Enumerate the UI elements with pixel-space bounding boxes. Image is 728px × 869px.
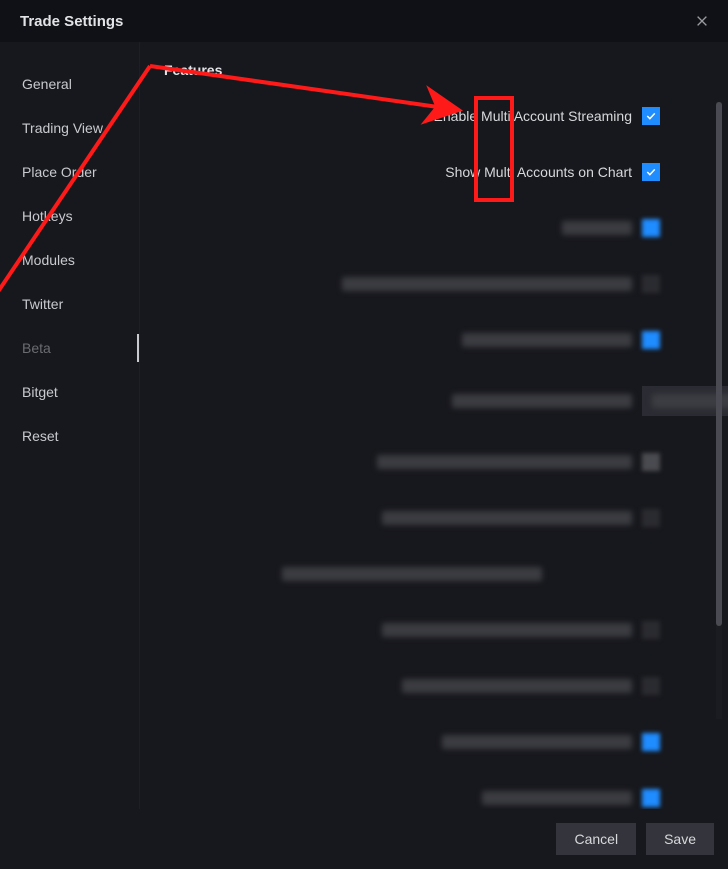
option-label: Enable Multi Account Streaming	[434, 108, 632, 124]
checkbox-show-multi-accounts-on-chart[interactable]	[642, 163, 660, 181]
option-row-show-on-chart: Show Multi Accounts on Chart	[164, 162, 662, 182]
redacted-label	[282, 567, 542, 581]
scrollbar-thumb[interactable]	[716, 102, 722, 626]
option-row-redacted	[164, 676, 662, 696]
redacted-label	[482, 791, 632, 805]
dialog-title: Trade Settings	[20, 13, 123, 30]
sidebar-item-hotkeys[interactable]: Hotkeys	[0, 194, 139, 238]
features-list: Enable Multi Account Streaming Show Mult…	[164, 106, 692, 808]
sidebar-item-label: Hotkeys	[22, 208, 73, 224]
titlebar: Trade Settings	[0, 0, 728, 42]
redacted-label	[342, 277, 632, 291]
redacted-label	[452, 394, 632, 408]
sidebar-item-label: General	[22, 76, 72, 92]
option-row-redacted	[164, 508, 662, 528]
redacted-control[interactable]	[642, 677, 660, 695]
section-title: Features	[164, 62, 692, 78]
sidebar-item-general[interactable]: General	[0, 62, 139, 106]
sidebar: General Trading View Place Order Hotkeys…	[0, 42, 140, 809]
redacted-control[interactable]	[642, 733, 660, 751]
sidebar-item-beta[interactable]: Beta	[0, 326, 139, 370]
sidebar-item-label: Modules	[22, 252, 75, 268]
main-panel: Features Enable Multi Account Streaming …	[140, 42, 728, 809]
sidebar-item-bitget[interactable]: Bitget	[0, 370, 139, 414]
redacted-label	[462, 333, 632, 347]
checkbox-enable-multi-account-streaming[interactable]	[642, 107, 660, 125]
redacted-control[interactable]	[642, 275, 660, 293]
sidebar-item-twitter[interactable]: Twitter	[0, 282, 139, 326]
option-row-redacted	[164, 330, 662, 350]
sidebar-item-label: Reset	[22, 428, 59, 444]
sidebar-item-label: Twitter	[22, 296, 63, 312]
option-label: Show Multi Accounts on Chart	[445, 164, 632, 180]
redacted-label	[382, 511, 632, 525]
cancel-button[interactable]: Cancel	[556, 823, 636, 855]
redacted-label	[442, 735, 632, 749]
redacted-control[interactable]	[642, 331, 660, 349]
sidebar-item-reset[interactable]: Reset	[0, 414, 139, 458]
redacted-label	[377, 455, 632, 469]
close-icon[interactable]	[688, 7, 716, 35]
redacted-control[interactable]	[642, 789, 660, 807]
redacted-control[interactable]	[642, 453, 660, 471]
redacted-control[interactable]	[642, 219, 660, 237]
sidebar-item-label: Bitget	[22, 384, 58, 400]
save-button[interactable]: Save	[646, 823, 714, 855]
sidebar-item-label: Beta	[22, 340, 51, 356]
sidebar-item-place-order[interactable]: Place Order	[0, 150, 139, 194]
option-row-streaming: Enable Multi Account Streaming	[164, 106, 662, 126]
trade-settings-dialog: Trade Settings General Trading View Plac…	[0, 0, 728, 869]
sidebar-item-modules[interactable]: Modules	[0, 238, 139, 282]
option-row-redacted	[164, 274, 662, 294]
redacted-label	[382, 623, 632, 637]
option-row-redacted-select	[164, 386, 728, 416]
option-row-redacted	[164, 732, 662, 752]
option-row-redacted	[164, 620, 662, 640]
option-row-redacted	[164, 452, 662, 472]
redacted-label	[402, 679, 632, 693]
redacted-control[interactable]	[642, 509, 660, 527]
redacted-label	[562, 221, 632, 235]
redacted-control[interactable]	[642, 621, 660, 639]
dialog-body: General Trading View Place Order Hotkeys…	[0, 42, 728, 809]
sidebar-item-label: Place Order	[22, 164, 97, 180]
sidebar-item-label: Trading View	[22, 120, 103, 136]
sidebar-item-trading-view[interactable]: Trading View	[0, 106, 139, 150]
scrollbar-track[interactable]	[716, 102, 722, 719]
option-row-redacted	[164, 218, 662, 238]
dialog-footer: Cancel Save	[0, 809, 728, 869]
option-row-redacted	[164, 788, 662, 808]
option-row-redacted	[164, 564, 662, 584]
